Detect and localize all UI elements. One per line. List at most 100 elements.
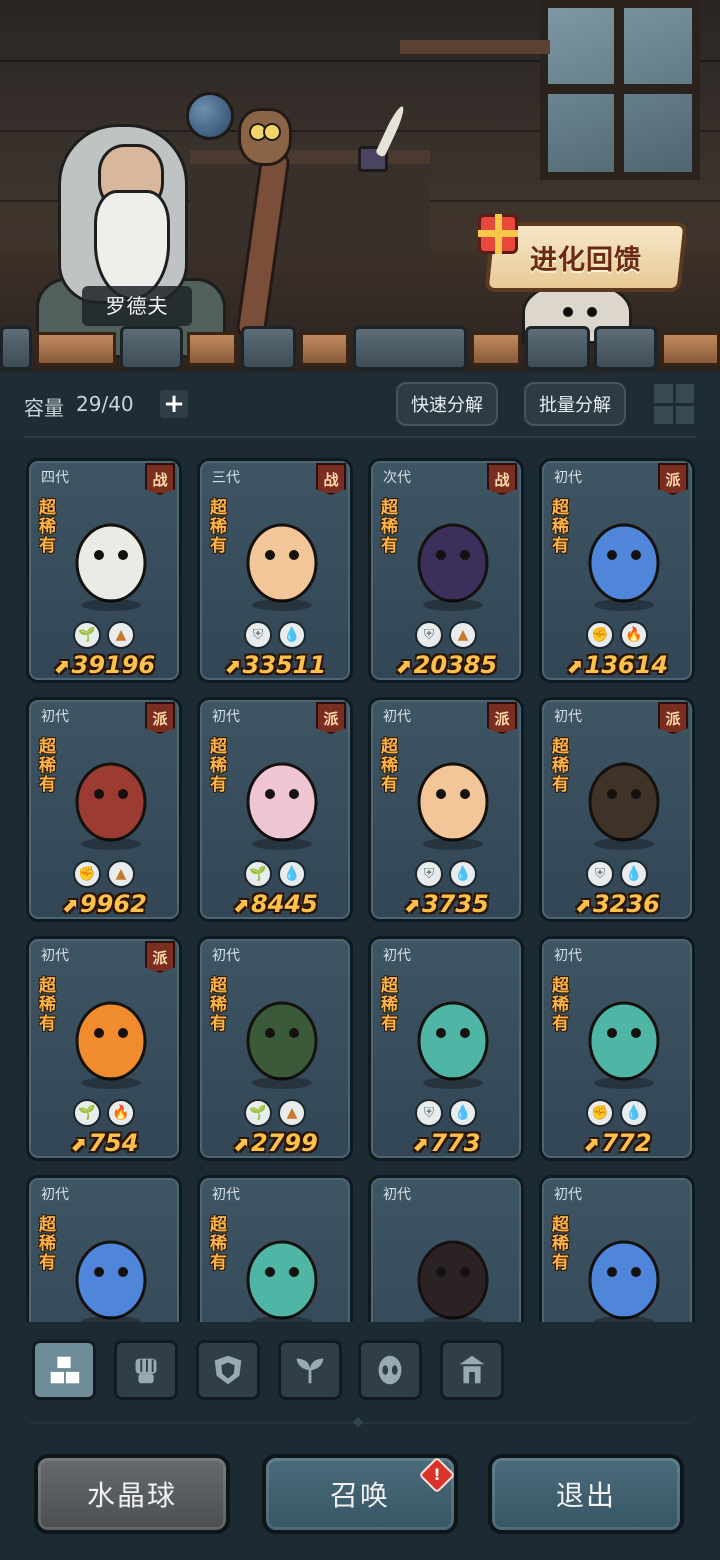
pet-card[interactable]: 初代派超稀有 🌱 💧 ⬈8445 — [197, 697, 353, 922]
fist-icon: ✊ — [73, 860, 101, 888]
pet-card[interactable]: 初代派超稀有 🌱 🔥 ⬈754 — [26, 936, 182, 1161]
pet-rarity: 超稀有 — [381, 737, 398, 795]
pet-rarity: 超稀有 — [39, 737, 56, 795]
pet-sprite — [75, 762, 147, 850]
pet-sprite — [246, 523, 318, 611]
pet-power: ⬈773 — [371, 1129, 521, 1157]
border-plate — [0, 326, 32, 370]
tab-plant[interactable] — [278, 1340, 342, 1400]
pet-generation: 初代 — [212, 1187, 240, 1203]
tab-defender[interactable] — [196, 1340, 260, 1400]
pet-sprite — [588, 1240, 660, 1322]
pet-card[interactable]: 四代战超稀有 🌱 ▲ ⬈39196 — [26, 458, 182, 683]
leaf-icon: 🌱 — [244, 1099, 272, 1127]
pet-role-badge: 派 — [145, 702, 175, 734]
pet-card[interactable]: 初代派超稀有 ⛨ 💧 ⬈3735 — [368, 697, 524, 922]
bookshelf — [400, 40, 550, 54]
leaf-icon: 🌱 — [244, 860, 272, 888]
gift-icon — [478, 214, 518, 254]
pet-card[interactable]: 初代 超稀有 — [26, 1175, 182, 1322]
pet-generation: 初代 — [41, 1187, 69, 1203]
separator-ornament: ◆ — [352, 1414, 364, 1430]
border-wood — [35, 332, 117, 366]
pet-power: ⬈2799 — [200, 1129, 350, 1157]
pet-power: ⬈3735 — [371, 890, 521, 918]
pet-role-badge: 战 — [487, 463, 517, 495]
exit-button[interactable]: 退出 — [488, 1454, 684, 1534]
pet-sprite — [75, 1240, 147, 1322]
pet-generation: 初代 — [554, 470, 582, 486]
pet-role-badge: 派 — [316, 702, 346, 734]
pet-rarity: 超稀有 — [39, 1215, 56, 1273]
pet-card[interactable]: 次代战超稀有 ⛨ ▲ ⬈20385 — [368, 458, 524, 683]
border-plate — [593, 326, 657, 370]
pet-generation: 初代 — [554, 709, 582, 725]
pet-card[interactable]: 初代派超稀有 ⛨ 💧 ⬈3236 — [539, 697, 695, 922]
tab-fighter[interactable] — [114, 1340, 178, 1400]
pet-card[interactable]: 初代 超稀有 ✊ 💧 ⬈772 — [539, 936, 695, 1161]
pet-sprite — [417, 1001, 489, 1089]
pet-role-badge: 战 — [316, 463, 346, 495]
power-arrow-icon: ⬈ — [61, 893, 78, 917]
border-wood — [187, 332, 237, 366]
earth-icon: ▲ — [278, 1099, 306, 1127]
pet-card[interactable]: 初代 超稀有 — [539, 1175, 695, 1322]
pet-trait-badges: 🌱 🔥 — [29, 1099, 179, 1127]
pet-rarity: 超稀有 — [552, 498, 569, 556]
pet-generation: 初代 — [212, 948, 240, 964]
fist-icon: ✊ — [586, 621, 614, 649]
pet-role-badge: 派 — [658, 702, 688, 734]
capacity-value: 29/40 — [76, 392, 134, 416]
pet-generation: 初代 — [554, 948, 582, 964]
pet-power-value: 8445 — [250, 890, 318, 918]
pet-power: ⬈9962 — [29, 890, 179, 918]
pet-power-value: 773 — [430, 1129, 481, 1157]
tab-building[interactable] — [440, 1340, 504, 1400]
batch-decompose-button[interactable]: 批量分解 — [524, 382, 626, 426]
border-wood — [660, 332, 720, 366]
tab-all[interactable] — [32, 1340, 96, 1400]
pet-rarity: 超稀有 — [39, 498, 56, 556]
quick-decompose-button[interactable]: 快速分解 — [396, 382, 498, 426]
pet-card[interactable]: 初代派超稀有 ✊ 🔥 ⬈13614 — [539, 458, 695, 683]
plus-icon: + — [163, 389, 185, 419]
pet-trait-badges: ⛨ 💧 — [200, 621, 350, 649]
pet-generation: 初代 — [41, 948, 69, 964]
pet-generation: 初代 — [383, 948, 411, 964]
grid-view-icon[interactable] — [654, 384, 694, 424]
water-icon: 💧 — [449, 860, 477, 888]
pet-generation: 次代 — [383, 470, 411, 486]
border-plate — [353, 326, 468, 370]
shield-icon: ⛨ — [415, 860, 443, 888]
pet-power-value: 3236 — [592, 890, 660, 918]
pet-card[interactable]: 初代派超稀有 ✊ ▲ ⬈9962 — [26, 697, 182, 922]
pet-power-value: 754 — [88, 1129, 139, 1157]
pet-generation: 初代 — [41, 709, 69, 725]
water-icon: 💧 — [449, 1099, 477, 1127]
pet-power-value: 39196 — [71, 651, 156, 679]
pet-rarity: 超稀有 — [552, 737, 569, 795]
pet-card[interactable]: 初代 超稀有 — [197, 1175, 353, 1322]
pet-generation: 四代 — [41, 470, 69, 486]
tab-alien[interactable] — [358, 1340, 422, 1400]
owl-icon — [238, 108, 292, 166]
power-arrow-icon: ⬈ — [403, 893, 420, 917]
pet-card[interactable]: 三代战超稀有 ⛨ 💧 ⬈33511 — [197, 458, 353, 683]
earth-icon: ▲ — [449, 621, 477, 649]
pet-role-badge: 派 — [145, 941, 175, 973]
filter-tabs — [0, 1336, 720, 1406]
pet-power-value: 13614 — [584, 651, 669, 679]
power-arrow-icon: ⬈ — [565, 654, 583, 678]
power-arrow-icon: ⬈ — [223, 654, 241, 678]
crystal-ball-button[interactable]: 水晶球 — [34, 1454, 230, 1534]
pet-power: ⬈13614 — [542, 651, 692, 679]
border-plate — [240, 326, 296, 370]
pet-card[interactable]: 初代 超稀有 🌱 ▲ ⬈2799 — [197, 936, 353, 1161]
pet-card[interactable]: 初代 — [368, 1175, 524, 1322]
pet-sprite — [246, 1240, 318, 1322]
pet-card[interactable]: 初代 超稀有 ⛨ 💧 ⬈773 — [368, 936, 524, 1161]
pet-sprite — [417, 523, 489, 611]
scene-border — [0, 326, 720, 372]
expand-capacity-button[interactable]: + — [160, 390, 188, 418]
pet-rarity: 超稀有 — [552, 976, 569, 1034]
